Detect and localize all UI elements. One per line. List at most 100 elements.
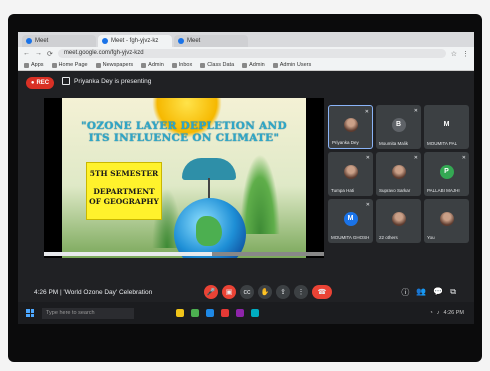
participant-name: MOUMITA GHOSH <box>331 235 370 240</box>
bookmark-item[interactable]: Apps <box>24 62 44 68</box>
camera-toggle-button[interactable]: ▣ <box>222 285 236 299</box>
participant-tile[interactable]: ✕ Priyanka Dey <box>328 105 373 149</box>
presenting-text: Priyanka Dey is presenting <box>74 77 152 85</box>
people-icon[interactable]: 👥 <box>416 287 426 298</box>
app-icon[interactable] <box>221 309 229 317</box>
url-input[interactable]: meet.google.com/fgh-yjvz-kzd <box>57 49 446 58</box>
browser-tab[interactable]: Meet <box>22 35 96 47</box>
umbrella-graphic <box>182 158 236 180</box>
mic-toggle-button[interactable]: 🎤 <box>204 285 218 299</box>
slide-info-box: 5TH SEMESTER DEPARTMENT OF GEOGRAPHY <box>86 162 162 220</box>
chrome-icon[interactable] <box>191 309 199 317</box>
info-icon[interactable]: ⓘ <box>401 287 409 298</box>
browser-tab-active[interactable]: Meet - fgh-yjvz-kz <box>98 35 172 47</box>
participant-tile[interactable]: 22 others <box>376 199 421 243</box>
raise-hand-button[interactable]: ✋ <box>258 285 272 299</box>
volume-icon[interactable]: ♪ <box>437 310 440 316</box>
participant-tile[interactable]: B ✕ Moumita Malik <box>376 105 421 149</box>
avatar <box>343 117 358 132</box>
app-icon[interactable] <box>251 309 259 317</box>
meeting-info: 4:26 PM | 'World Ozone Day' Celebration <box>34 288 153 296</box>
participant-name: Supravo Sarkar <box>379 188 411 193</box>
bookmark-item[interactable]: Newspapers <box>95 62 133 68</box>
windows-start-icon[interactable] <box>26 309 34 317</box>
leave-call-button[interactable]: ☎ <box>312 285 332 299</box>
participant-tile[interactable]: You <box>424 199 469 243</box>
menu-dots-icon[interactable]: ⋮ <box>462 50 469 58</box>
present-button[interactable]: ⇪ <box>276 285 290 299</box>
clock[interactable]: 4:26 PM <box>444 310 464 316</box>
back-arrow-icon[interactable]: ← <box>23 50 30 57</box>
bookmark-item[interactable]: Home Page <box>51 62 88 68</box>
mic-off-icon: ✕ <box>365 155 370 161</box>
participant-name: PALLABI MAJHI <box>427 188 460 193</box>
edge-icon[interactable] <box>206 309 214 317</box>
rec-dot-icon: ● <box>30 80 35 86</box>
forward-arrow-icon[interactable]: → <box>35 50 42 57</box>
presentation-area[interactable]: "OZONE LAYER DEPLETION AND ITS INFLUENCE… <box>44 98 324 258</box>
globe-land <box>196 216 222 246</box>
activities-icon[interactable]: ⧉ <box>450 287 456 298</box>
participant-tile[interactable]: P ✕ PALLABI MAJHI <box>424 152 469 196</box>
system-tray: ◔ ♪ 4:26 PM <box>429 310 464 316</box>
wifi-icon[interactable]: ◔ <box>429 310 432 316</box>
tab-label: Meet <box>187 38 201 44</box>
bookmark-item[interactable]: Admin Users <box>272 62 311 68</box>
avatar: P <box>439 164 454 179</box>
plant-graphic <box>240 154 280 234</box>
windows-taskbar: Type here to search ◔ ♪ 4:26 PM <box>18 302 474 324</box>
participant-name: You <box>427 235 435 240</box>
captions-button[interactable]: cc <box>240 285 254 299</box>
meet-favicon-icon <box>102 38 108 44</box>
bookmark-item[interactable]: Admin <box>242 62 265 68</box>
file-explorer-icon[interactable] <box>176 309 184 317</box>
mic-off-icon: ✕ <box>413 108 418 114</box>
participant-name: MOUMITA PAL <box>427 141 458 146</box>
more-options-button[interactable]: ⋮ <box>294 285 308 299</box>
department-text: OF GEOGRAPHY <box>89 197 159 206</box>
bookmark-icon <box>51 62 57 68</box>
app-icon[interactable] <box>236 309 244 317</box>
present-screen-icon <box>62 77 70 85</box>
slide: "OZONE LAYER DEPLETION AND ITS INFLUENCE… <box>62 98 306 258</box>
side-panel-icons: ⓘ 👥 💬 ⧉ <box>401 287 456 298</box>
bookmark-icon <box>141 62 147 68</box>
participant-tile[interactable]: ✕ Supravo Sarkar <box>376 152 421 196</box>
meet-favicon-icon <box>26 38 32 44</box>
screen: Meet Meet - fgh-yjvz-kz Meet ← → ⟳ meet.… <box>18 32 474 324</box>
participant-name: Moumita Malik <box>379 141 409 146</box>
browser-tab-strip: Meet Meet - fgh-yjvz-kz Meet <box>18 32 474 47</box>
bookmark-icon <box>272 62 278 68</box>
globe-graphic <box>174 198 246 258</box>
avatar <box>391 164 406 179</box>
semester-text: 5TH SEMESTER <box>89 169 159 178</box>
mic-off-icon: ✕ <box>413 155 418 161</box>
recording-badge: ● REC <box>26 77 54 89</box>
avatar <box>439 211 454 226</box>
department-text: DEPARTMENT <box>93 187 155 196</box>
meet-control-bar: 4:26 PM | 'World Ozone Day' Celebration … <box>18 282 474 302</box>
bookmark-item[interactable]: Class Data <box>200 62 234 68</box>
star-icon[interactable]: ☆ <box>451 50 457 58</box>
bookmark-icon <box>24 62 29 68</box>
avatar <box>391 211 406 226</box>
reload-icon[interactable]: ⟳ <box>47 50 53 58</box>
chat-icon[interactable]: 💬 <box>433 287 443 298</box>
taskbar-search-input[interactable]: Type here to search <box>42 307 134 319</box>
slide-title: "OZONE LAYER DEPLETION AND ITS INFLUENCE… <box>81 120 287 144</box>
bookmark-item[interactable]: Admin <box>141 62 164 68</box>
bookmark-item[interactable]: Inbox <box>171 62 192 68</box>
participant-tile[interactable]: M ✕ MOUMITA GHOSH <box>328 199 373 243</box>
avatar <box>343 164 358 179</box>
avatar: M <box>443 121 450 129</box>
bookmark-icon <box>171 62 177 68</box>
presentation-progress-bar[interactable] <box>44 252 324 256</box>
avatar: B <box>391 117 406 132</box>
browser-tab[interactable]: Meet <box>174 35 248 47</box>
participant-tile[interactable]: M MOUMITA PAL <box>424 105 469 149</box>
participant-tile[interactable]: ✕ Tumpa Hati <box>328 152 373 196</box>
participant-name: Tumpa Hati <box>331 188 355 193</box>
bookmark-icon <box>95 62 101 68</box>
avatar: M <box>343 211 358 226</box>
call-controls: 🎤 ▣ cc ✋ ⇪ ⋮ ☎ <box>204 285 332 299</box>
